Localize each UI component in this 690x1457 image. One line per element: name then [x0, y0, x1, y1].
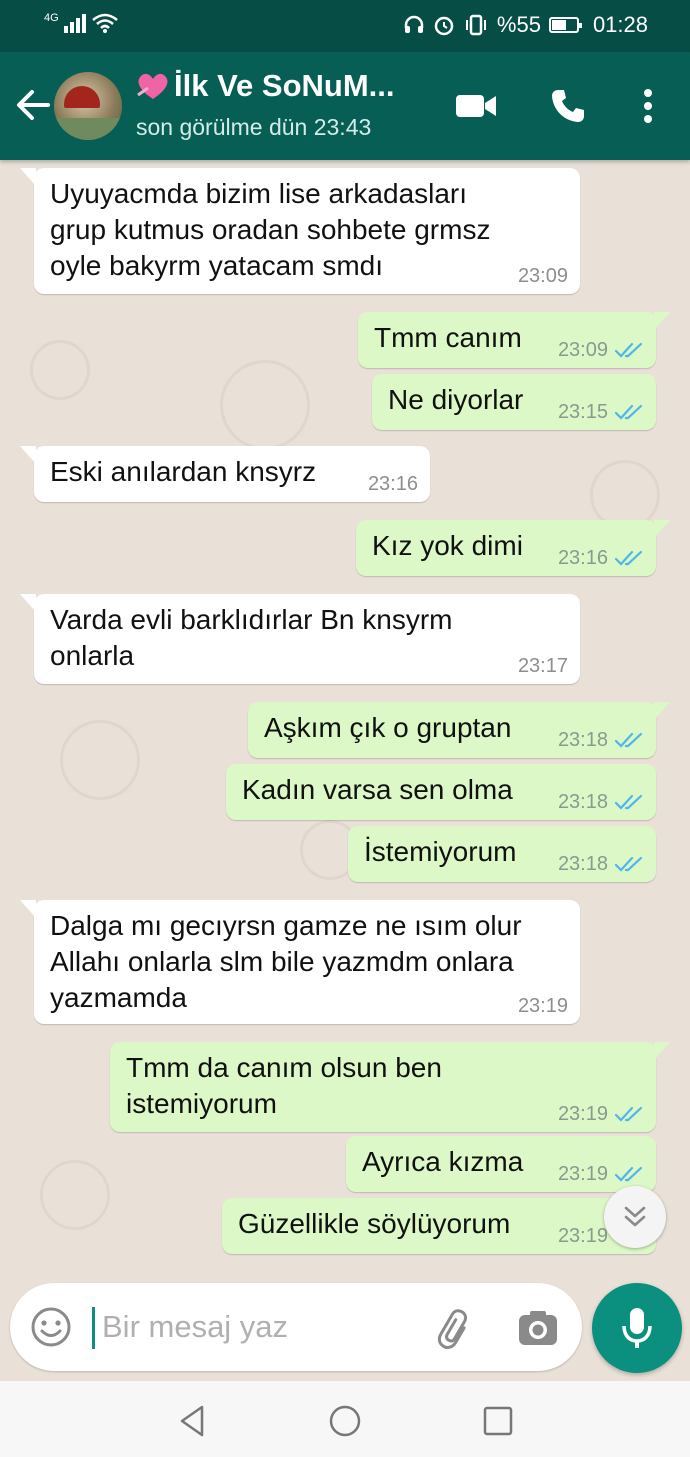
message-outgoing[interactable]: Tmm da canım olsun ben istemiyorum 23:19: [110, 1042, 670, 1132]
battery-percent: %55: [496, 12, 541, 37]
message-text: Kadın varsa sen olma: [242, 774, 513, 805]
clock: 01:28: [592, 12, 648, 37]
mic-button[interactable]: [592, 1283, 682, 1373]
read-ticks-icon: [614, 550, 643, 566]
message-time: 23:18: [557, 853, 608, 875]
mic-icon: [622, 1308, 652, 1348]
video-call-icon[interactable]: [452, 84, 500, 128]
message-text: Ne diyorlar: [388, 384, 524, 415]
message-time: 23:16: [367, 473, 418, 495]
attach-icon[interactable]: [430, 1307, 474, 1351]
contact-name-text: İlk Ve SoNuM...: [174, 68, 395, 103]
read-ticks-icon: [614, 404, 643, 420]
message-text: Güzellikle söylüyorum: [238, 1208, 511, 1239]
message-time: 23:19: [557, 1163, 608, 1185]
message-outgoing[interactable]: Aşkım çık o gruptan 23:18: [248, 702, 670, 758]
back-arrow-icon[interactable]: [14, 86, 52, 124]
message-incoming[interactable]: Uyuyacmda bizim lise arkadasları grup ku…: [20, 168, 580, 294]
nav-back-icon[interactable]: [172, 1401, 212, 1441]
message-text: Uyuyacmda bizim lise arkadasları grup ku…: [50, 178, 491, 281]
message-text: Varda evli barklıdırlar Bn knsyrm onlarl…: [50, 604, 453, 671]
double-chevron-down-icon: [624, 1206, 646, 1227]
message-outgoing[interactable]: İstemiyorum 23:18: [348, 826, 656, 882]
read-ticks-icon: [614, 342, 643, 358]
message-input[interactable]: Bir mesaj yaz: [102, 1309, 288, 1345]
status-bar: 4G %55 01:28: [0, 0, 690, 52]
read-ticks-icon: [614, 732, 643, 748]
read-ticks-icon: [614, 1166, 643, 1182]
contact-name[interactable]: İlk Ve SoNuM...: [136, 68, 395, 104]
chat-header: İlk Ve SoNuM... son görülme dün 23:43: [0, 52, 690, 160]
signal-icon: [63, 14, 86, 33]
text-cursor: [92, 1307, 95, 1349]
system-nav-bar: [0, 1381, 690, 1457]
message-text: Tmm canım: [374, 322, 522, 353]
battery-icon: [548, 17, 582, 33]
message-outgoing[interactable]: Kız yok dimi 23:16: [356, 520, 670, 576]
avatar[interactable]: [54, 72, 122, 140]
message-time: 23:15: [557, 401, 608, 423]
emoji-icon[interactable]: [30, 1306, 72, 1348]
wifi-icon: [91, 13, 118, 33]
more-options-icon[interactable]: [630, 84, 666, 128]
vibrate-icon: [465, 14, 486, 36]
message-outgoing[interactable]: Güzellikle söylüyorum 23:19: [222, 1198, 656, 1254]
message-incoming[interactable]: Eski anılardan knsyrz 23:16: [20, 446, 430, 502]
message-time: 23:18: [557, 791, 608, 813]
nav-recents-icon[interactable]: [478, 1401, 518, 1441]
message-outgoing[interactable]: Ne diyorlar 23:15: [372, 374, 656, 430]
message-time: 23:09: [517, 265, 568, 287]
message-composer[interactable]: Bir mesaj yaz: [10, 1283, 582, 1371]
read-ticks-icon: [614, 856, 643, 872]
message-list[interactable]: Uyuyacmda bizim lise arkadasları grup ku…: [0, 160, 690, 1270]
message-text: Aşkım çık o gruptan: [264, 712, 512, 743]
message-time: 23:19: [517, 995, 568, 1017]
message-outgoing[interactable]: Tmm canım 23:09: [358, 312, 670, 368]
message-text: Dalga mı gecıyrsn gamze ne ısım olur All…: [50, 910, 522, 1013]
headset-icon: [404, 15, 424, 33]
message-incoming[interactable]: Dalga mı gecıyrsn gamze ne ısım olur All…: [20, 900, 580, 1024]
message-incoming[interactable]: Varda evli barklıdırlar Bn knsyrm onlarl…: [20, 594, 580, 684]
heart-icon: [137, 73, 168, 99]
message-text: Kız yok dimi: [372, 530, 523, 561]
message-time: 23:17: [517, 655, 568, 677]
camera-icon[interactable]: [516, 1307, 560, 1351]
message-time: 23:09: [557, 339, 608, 361]
read-ticks-icon: [614, 794, 643, 810]
message-text: Ayrıca kızma: [362, 1146, 524, 1177]
nav-home-icon[interactable]: [325, 1401, 365, 1441]
message-time: 23:19: [557, 1103, 608, 1125]
last-seen: son görülme dün 23:43: [136, 114, 372, 140]
message-text: Eski anılardan knsyrz: [50, 456, 317, 487]
message-time: 23:16: [557, 547, 608, 569]
message-outgoing[interactable]: Ayrıca kızma 23:19: [346, 1136, 656, 1192]
message-time: 23:18: [557, 729, 608, 751]
message-outgoing[interactable]: Kadın varsa sen olma 23:18: [226, 764, 656, 820]
message-text: Tmm da canım olsun ben istemiyorum: [126, 1052, 442, 1119]
message-time: 23:19: [557, 1225, 608, 1247]
alarm-icon: [434, 16, 454, 36]
read-ticks-icon: [614, 1106, 643, 1122]
network-type: 4G: [44, 12, 59, 24]
phone-icon[interactable]: [546, 84, 590, 128]
message-text: İstemiyorum: [364, 836, 517, 867]
scroll-to-bottom-button[interactable]: [604, 1186, 666, 1248]
